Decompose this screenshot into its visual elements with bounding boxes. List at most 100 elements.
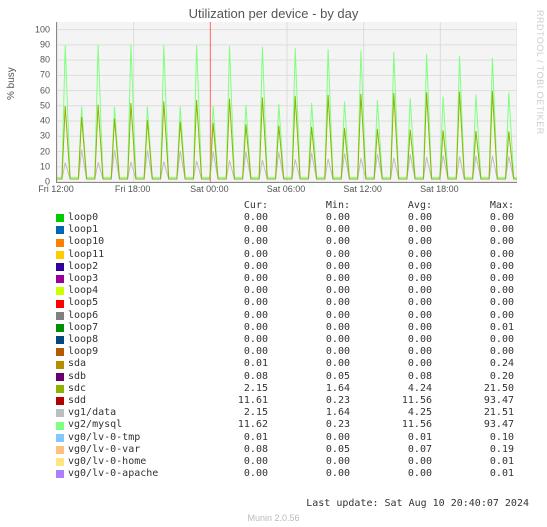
legend-swatch bbox=[56, 373, 64, 381]
legend-swatch bbox=[56, 287, 64, 295]
legend-max: 21.50 bbox=[432, 383, 514, 395]
legend-max: 0.00 bbox=[432, 261, 514, 273]
legend-name: vg0/lv-0-var bbox=[68, 444, 186, 456]
legend-max: 0.01 bbox=[432, 468, 514, 480]
legend-min: 0.00 bbox=[268, 456, 350, 468]
legend-avg: 0.00 bbox=[350, 346, 432, 358]
legend-row: loop70.000.000.000.01 bbox=[56, 322, 516, 334]
legend-avg: 0.07 bbox=[350, 444, 432, 456]
chart-title: Utilization per device - by day bbox=[0, 6, 547, 21]
legend-avg: 0.00 bbox=[350, 334, 432, 346]
legend-cur: 0.00 bbox=[186, 334, 268, 346]
col-avg: Avg: bbox=[350, 200, 432, 212]
legend-min: 0.23 bbox=[268, 395, 350, 407]
legend-row: loop20.000.000.000.00 bbox=[56, 261, 516, 273]
legend-max: 0.00 bbox=[432, 224, 514, 236]
x-tick: Sat 06:00 bbox=[267, 184, 306, 194]
legend-avg: 0.00 bbox=[350, 261, 432, 273]
legend-max: 0.00 bbox=[432, 236, 514, 248]
legend-name: loop1 bbox=[68, 224, 186, 236]
legend-max: 0.20 bbox=[432, 371, 514, 383]
legend-swatch bbox=[56, 263, 64, 271]
col-max: Max: bbox=[432, 200, 514, 212]
legend-avg: 0.00 bbox=[350, 249, 432, 261]
legend-max: 0.10 bbox=[432, 432, 514, 444]
legend-max: 0.01 bbox=[432, 456, 514, 468]
legend-avg: 0.00 bbox=[350, 224, 432, 236]
legend-name: loop5 bbox=[68, 297, 186, 309]
legend-min: 0.00 bbox=[268, 358, 350, 370]
legend-cur: 0.08 bbox=[186, 444, 268, 456]
legend-row: vg0/lv-0-apache0.000.000.000.01 bbox=[56, 468, 516, 480]
legend-name: loop4 bbox=[68, 285, 186, 297]
legend-cur: 0.00 bbox=[186, 261, 268, 273]
legend-swatch bbox=[56, 446, 64, 454]
legend-max: 21.51 bbox=[432, 407, 514, 419]
legend-cur: 0.00 bbox=[186, 285, 268, 297]
y-tick: 20 bbox=[0, 147, 50, 156]
legend-max: 0.00 bbox=[432, 346, 514, 358]
legend-avg: 0.00 bbox=[350, 322, 432, 334]
plot-svg bbox=[57, 22, 517, 182]
legend-swatch bbox=[56, 312, 64, 320]
legend-row: sdd11.610.2311.5693.47 bbox=[56, 395, 516, 407]
legend-cur: 0.01 bbox=[186, 358, 268, 370]
legend-avg: 0.00 bbox=[350, 297, 432, 309]
legend-cur: 0.00 bbox=[186, 236, 268, 248]
legend-min: 0.00 bbox=[268, 334, 350, 346]
legend-max: 0.01 bbox=[432, 322, 514, 334]
legend-cur: 0.00 bbox=[186, 310, 268, 322]
legend-row: loop90.000.000.000.00 bbox=[56, 346, 516, 358]
legend-avg: 0.00 bbox=[350, 212, 432, 224]
y-tick: 10 bbox=[0, 162, 50, 171]
legend-row: loop00.000.000.000.00 bbox=[56, 212, 516, 224]
legend-name: vg2/mysql bbox=[68, 419, 186, 431]
x-tick: Sat 12:00 bbox=[343, 184, 382, 194]
legend-avg: 11.56 bbox=[350, 419, 432, 431]
legend-min: 0.00 bbox=[268, 261, 350, 273]
legend-name: vg1/data bbox=[68, 407, 186, 419]
legend-name: loop7 bbox=[68, 322, 186, 334]
col-min: Min: bbox=[268, 200, 350, 212]
legend-cur: 0.08 bbox=[186, 371, 268, 383]
legend-avg: 0.00 bbox=[350, 358, 432, 370]
legend-row: sdc2.151.644.2421.50 bbox=[56, 383, 516, 395]
legend-avg: 11.56 bbox=[350, 395, 432, 407]
legend-row: vg0/lv-0-var0.080.050.070.19 bbox=[56, 444, 516, 456]
legend-row: loop60.000.000.000.00 bbox=[56, 310, 516, 322]
legend-avg: 0.00 bbox=[350, 310, 432, 322]
legend-min: 0.00 bbox=[268, 310, 350, 322]
legend-avg: 0.00 bbox=[350, 285, 432, 297]
legend-avg: 0.00 bbox=[350, 468, 432, 480]
legend-swatch bbox=[56, 214, 64, 222]
legend-row: loop80.000.000.000.00 bbox=[56, 334, 516, 346]
legend-row: vg0/lv-0-home0.000.000.000.01 bbox=[56, 456, 516, 468]
legend-min: 0.05 bbox=[268, 371, 350, 383]
legend-row: sdb0.080.050.080.20 bbox=[56, 371, 516, 383]
legend-swatch bbox=[56, 251, 64, 259]
legend-max: 0.00 bbox=[432, 334, 514, 346]
legend-min: 0.05 bbox=[268, 444, 350, 456]
legend-cur: 0.00 bbox=[186, 456, 268, 468]
legend-min: 0.00 bbox=[268, 285, 350, 297]
legend-name: loop9 bbox=[68, 346, 186, 358]
legend-row: vg1/data2.151.644.2521.51 bbox=[56, 407, 516, 419]
munin-version: Munin 2.0.56 bbox=[0, 513, 547, 523]
legend-min: 0.00 bbox=[268, 273, 350, 285]
legend-avg: 0.01 bbox=[350, 432, 432, 444]
legend-name: sdc bbox=[68, 383, 186, 395]
legend-max: 0.19 bbox=[432, 444, 514, 456]
legend-cur: 0.00 bbox=[186, 346, 268, 358]
legend-cur: 0.00 bbox=[186, 273, 268, 285]
legend-avg: 0.00 bbox=[350, 273, 432, 285]
legend-name: vg0/lv-0-apache bbox=[68, 468, 186, 480]
legend-name: vg0/lv-0-tmp bbox=[68, 432, 186, 444]
legend-max: 0.00 bbox=[432, 273, 514, 285]
legend-row: loop100.000.000.000.00 bbox=[56, 236, 516, 248]
legend-max: 0.00 bbox=[432, 297, 514, 309]
legend-swatch bbox=[56, 458, 64, 466]
y-tick: 100 bbox=[0, 25, 50, 34]
legend-cur: 11.62 bbox=[186, 419, 268, 431]
legend-max: 0.00 bbox=[432, 310, 514, 322]
x-tick: Fri 12:00 bbox=[38, 184, 74, 194]
